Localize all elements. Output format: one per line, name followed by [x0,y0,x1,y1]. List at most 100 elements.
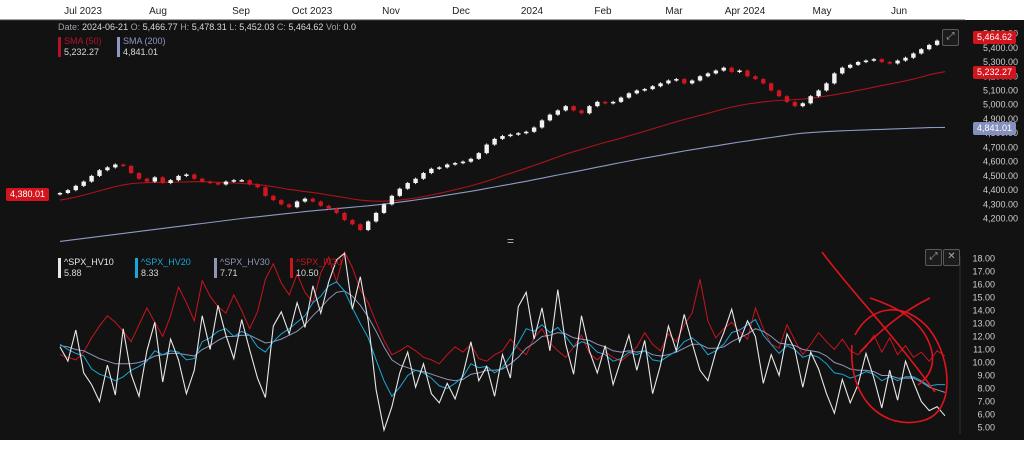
candle-body [776,90,782,97]
candle-body [247,180,252,185]
candle-body [689,80,695,84]
candle-body [618,97,624,102]
candle-body [934,40,940,45]
price-tag-sma50: 5,232.27 [973,66,1017,79]
candle-body [737,70,742,73]
legend--spx-iv30[interactable]: ^SPX_IV30 10.50 [290,257,342,279]
candle-body [863,60,869,63]
candle-body [879,59,884,63]
candle-body [713,70,719,74]
candle-body [97,170,102,176]
candle-body [342,212,347,221]
candle-body [326,205,331,209]
price-tick-label: 4,200.00 [983,214,1018,224]
candle-body [350,220,355,225]
candle-body [200,178,205,182]
series-value: 10.50 [296,268,319,278]
candle-body [223,181,229,185]
candle-body [595,101,600,107]
candle-body [381,204,387,213]
annotation-circle [850,309,948,424]
candle-body [508,134,513,137]
chart-area: Jul 2023 Aug Sep Oct 2023 Nov Dec 2024 Feb Mar Ap… [0,0,1024,440]
legend--spx-hv20[interactable]: ^SPX_HV20 8.33 [135,257,191,279]
high-label: H: [180,22,190,32]
candle-body [452,163,458,165]
vol-tick-label: 12.00 [972,332,995,342]
candle-body [555,110,561,115]
month-label: Apr 2024 [725,6,766,17]
pane-separator-handle[interactable]: = [507,234,514,248]
candle-body [500,136,505,139]
vol-series-line [59,281,945,398]
candle-body [271,195,276,201]
candle-body [571,106,576,111]
legend--spx-hv30[interactable]: ^SPX_HV30 7.71 [214,257,270,279]
series-color-swatch [290,258,293,278]
candle-body [603,101,608,104]
month-label: Jul 2023 [64,6,102,17]
series-color-swatch [135,258,138,278]
vol-tick-label: 11.00 [973,345,995,355]
open-label: O: [130,22,141,32]
candle-body [405,183,410,189]
series-color-swatch [58,258,61,278]
candle-body [753,76,758,80]
candle-body [429,168,434,174]
candle-body [824,83,829,91]
candle-body [168,180,173,184]
vol-tick-label: 9.00 [977,371,995,381]
candle-body [239,180,244,182]
month-label: Sep [232,6,250,17]
candle-body [871,59,877,61]
candle-body [610,101,616,104]
annotation-stroke [869,297,934,386]
expand-vol-pane-button[interactable]: ⤢ [925,249,942,266]
vol-tick-label: 15.00 [972,293,995,303]
legend-sma50[interactable]: SMA (50) 5,232.27 [58,36,102,58]
series-value: 5.88 [64,268,82,278]
candle-body [666,80,671,84]
candle-body [832,73,837,84]
candle-body [444,164,450,168]
close-vol-pane-button[interactable]: ✕ [943,249,960,266]
price-tick-label: 5,400.00 [983,43,1018,53]
series-color-swatch [214,258,217,278]
vol-tick-label: 5.00 [977,423,995,433]
price-tag-last: 5,464.62 [973,31,1017,44]
candle-body [705,73,711,77]
sma50-name: SMA (50) [64,36,102,46]
series-name: ^SPX_HV10 [64,257,114,267]
series-name: ^SPX_HV30 [220,257,270,267]
month-label: Mar [665,6,683,17]
candle-body [373,212,379,222]
legend--spx-hv10[interactable]: ^SPX_HV10 5.88 [58,257,114,279]
candle-body [192,174,197,179]
close-value: 5,464.62 [288,22,324,32]
candle-body [650,86,655,90]
sma200-name: SMA (200) [123,36,166,46]
candle-body [847,64,853,68]
close-label: C: [276,22,286,32]
legend-sma200[interactable]: SMA (200) 4,841.01 [117,36,166,58]
vol-tick-label: 16.00 [972,280,995,290]
candle-body [761,79,766,84]
high-value: 5,478.31 [191,22,227,32]
candle-body [128,165,134,174]
candle-body [144,178,150,182]
candle-body [895,60,900,64]
candle-body [65,190,71,193]
price-tag-left: 4,380.01 [6,188,50,201]
month-label: Jun [891,6,907,17]
ohlc-readout: Date: 2024-06-21 O: 5,466.77 H: 5,478.31… [58,22,356,32]
sma50-value: 5,232.27 [64,47,100,57]
candle-body [745,70,750,77]
sma200-line [59,126,946,242]
candle-body [460,161,466,164]
vol-series-line [59,250,946,365]
candle-body [389,195,395,205]
month-label: Nov [382,6,400,17]
price-tick-label: 5,100.00 [983,85,1018,95]
price-tick-label: 4,700.00 [983,142,1018,152]
expand-price-pane-button[interactable]: ⤢ [942,29,959,46]
